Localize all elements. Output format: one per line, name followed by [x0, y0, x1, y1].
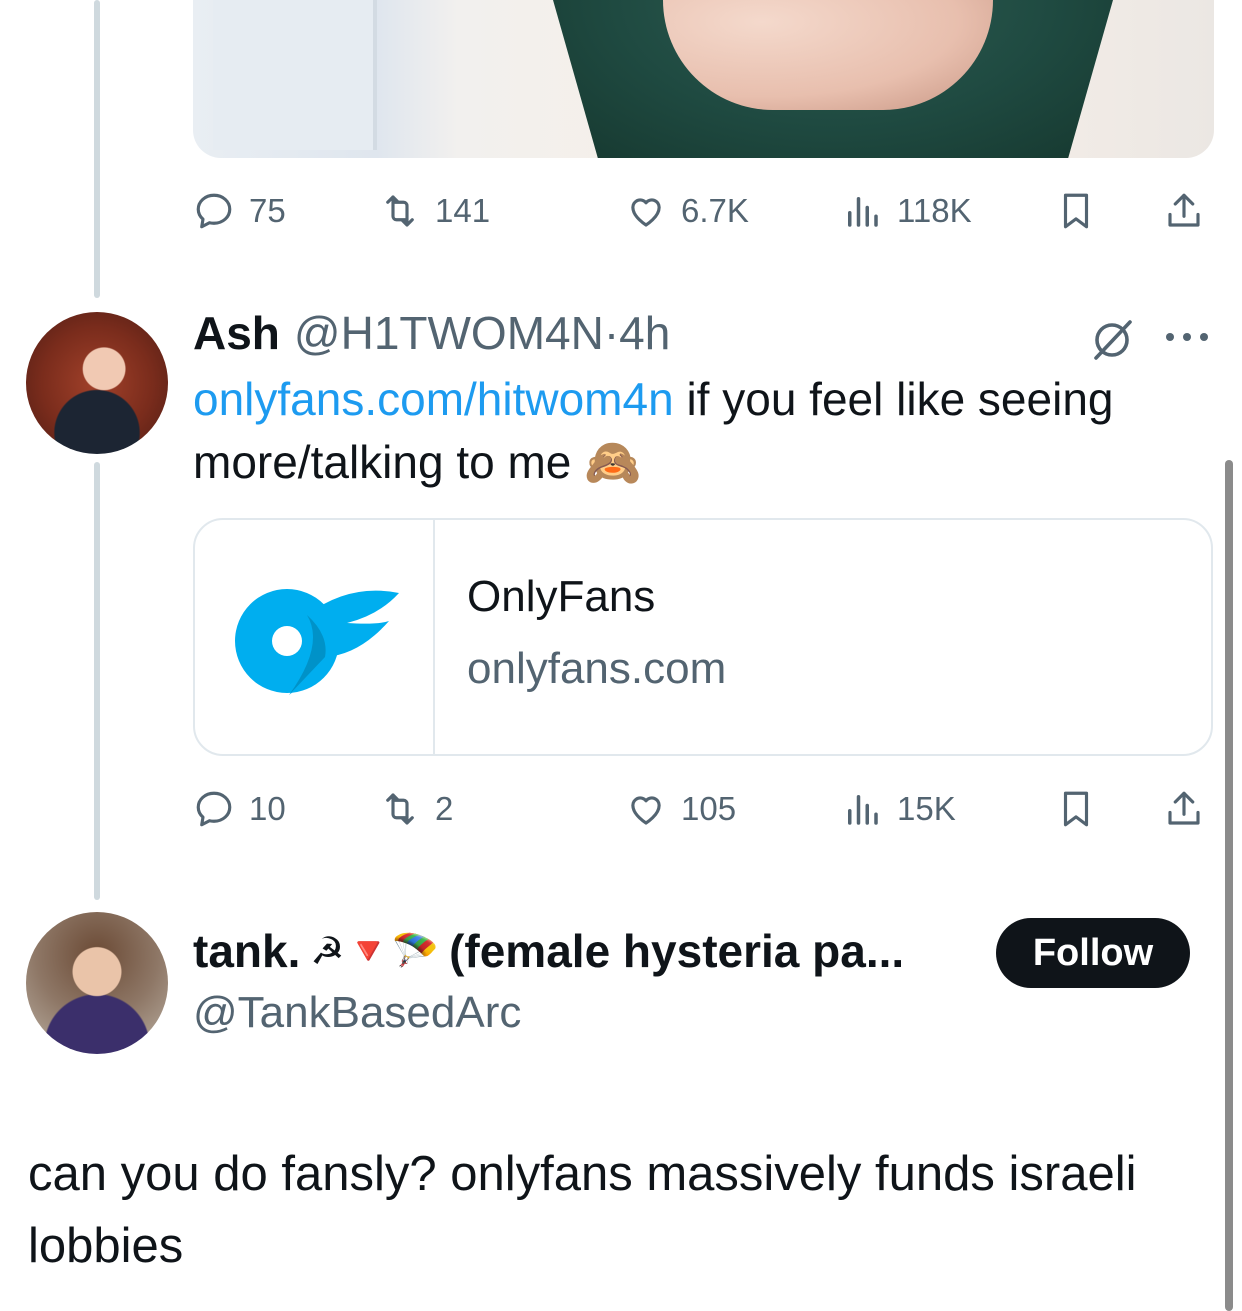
- tweet2-action-bar: 10 2 105 15K: [193, 784, 1213, 834]
- reply-button[interactable]: 10: [193, 788, 286, 830]
- reply-icon: [196, 193, 232, 229]
- thread-line-top: [94, 0, 100, 298]
- like-icon: [631, 796, 661, 825]
- tweet3-author-name[interactable]: tank. ☭🔻🪂 (female hysteria pa...: [193, 924, 904, 978]
- bookmark-icon: [1063, 193, 1089, 229]
- share-icon: [1168, 193, 1200, 227]
- tweet3-text: can you do fansly? onlyfans massively fu…: [28, 1147, 1137, 1273]
- link-card[interactable]: OnlyFans onlyfans.com: [193, 518, 1213, 756]
- views-button[interactable]: 15K: [841, 788, 956, 830]
- author-name[interactable]: Ash: [193, 306, 280, 360]
- reply-icon: [196, 791, 232, 827]
- follow-button[interactable]: Follow: [996, 918, 1190, 988]
- views-icon: [848, 197, 878, 227]
- retweet-icon: [386, 793, 414, 825]
- author-handle[interactable]: @TankBasedArc: [193, 988, 521, 1038]
- tweet1-action-bar: 75 141 6.7K 118K: [193, 186, 1213, 236]
- tweet-media-image[interactable]: [193, 0, 1214, 158]
- author-handle[interactable]: @H1TWOM4N: [294, 306, 604, 360]
- separator: ·: [603, 307, 620, 359]
- tweet2-header: Ash @H1TWOM4N · 4h: [193, 306, 670, 360]
- like-icon: [631, 198, 661, 227]
- retweet-button[interactable]: 141: [379, 190, 490, 232]
- card-title: OnlyFans: [467, 572, 656, 621]
- scrollbar[interactable]: [1225, 460, 1233, 1311]
- retweet-icon: [386, 195, 414, 227]
- bookmark-icon: [1063, 791, 1089, 827]
- tweet2-text: onlyfans.com/hitwom4n if you feel like s…: [193, 368, 1193, 494]
- author-name: tank.: [193, 925, 301, 977]
- like-count: 6.7K: [681, 192, 749, 229]
- reply-button[interactable]: 75: [193, 190, 286, 232]
- reply-count: 10: [249, 790, 286, 827]
- bookmark-button[interactable]: [1055, 788, 1097, 830]
- views-button[interactable]: 118K: [841, 190, 972, 232]
- views-count: 118K: [897, 192, 972, 229]
- like-button[interactable]: 6.7K: [625, 190, 749, 232]
- views-icon: [848, 795, 878, 825]
- views-count: 15K: [897, 790, 956, 827]
- like-button[interactable]: 105: [625, 788, 736, 830]
- card-domain: onlyfans.com: [467, 644, 727, 693]
- see-no-evil-emoji: 🙈: [584, 436, 642, 488]
- avatar-ash[interactable]: [26, 312, 168, 454]
- share-button[interactable]: [1163, 190, 1205, 232]
- share-button[interactable]: [1163, 788, 1205, 830]
- thread-line-middle: [94, 462, 100, 900]
- retweet-button[interactable]: 2: [379, 788, 453, 830]
- more-icon[interactable]: [1164, 330, 1210, 344]
- name-suffix: (female hysteria pa...: [449, 925, 905, 977]
- profile-link[interactable]: onlyfans.com/hitwom4n: [193, 373, 674, 425]
- like-count: 105: [681, 790, 737, 827]
- retweet-count: 2: [435, 790, 454, 827]
- bookmark-button[interactable]: [1055, 190, 1097, 232]
- name-emojis: ☭🔻🪂: [310, 930, 440, 973]
- timestamp[interactable]: 4h: [619, 306, 670, 360]
- grok-icon[interactable]: [1088, 316, 1136, 364]
- reply-count: 75: [249, 192, 286, 229]
- retweet-count: 141: [435, 192, 491, 229]
- onlyfans-logo-icon: [195, 520, 435, 754]
- share-icon: [1168, 791, 1200, 825]
- avatar-tank[interactable]: [26, 912, 168, 1054]
